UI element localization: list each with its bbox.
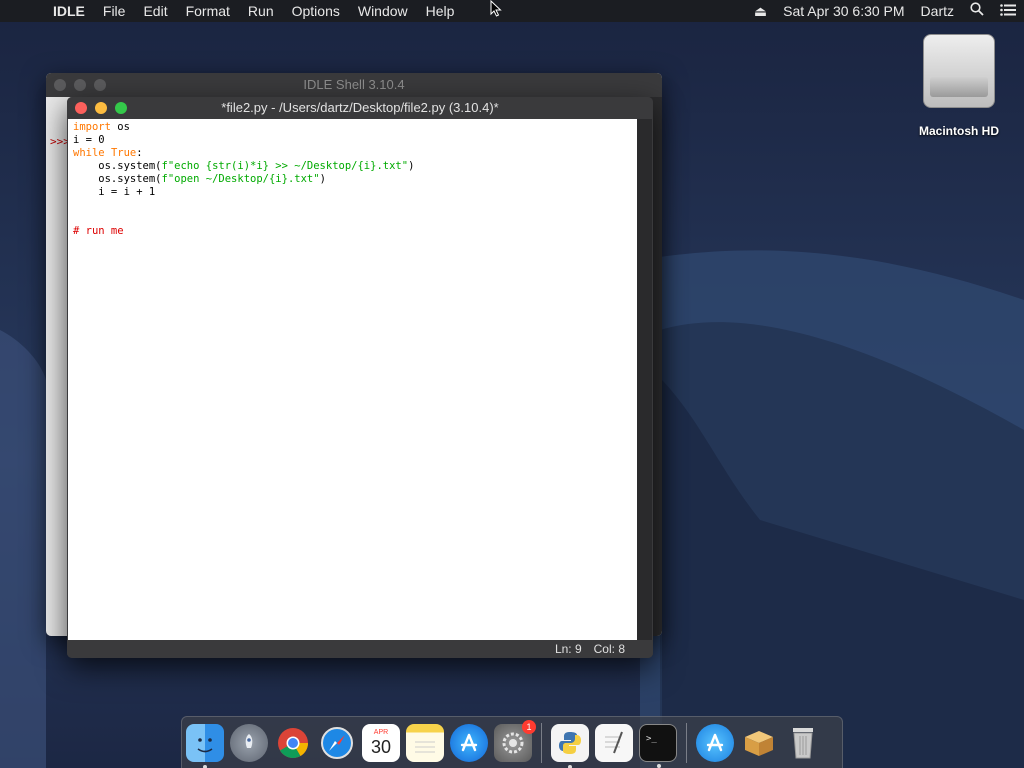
notes-icon — [415, 741, 435, 752]
python-icon — [559, 731, 581, 754]
chrome-dock-item[interactable] — [274, 724, 312, 762]
app-store-icon — [460, 733, 478, 751]
system-preferences-dock-item[interactable]: 1 — [494, 719, 536, 762]
code-editor-text-area[interactable]: import os i = 0 while True: os.system(f"ec… — [68, 119, 637, 640]
terminal-prompt-icon: >_ — [646, 734, 657, 744]
code-line-9: # run me — [73, 225, 632, 238]
code-line-1: import os — [73, 121, 632, 134]
menu-edit[interactable]: Edit — [134, 0, 176, 22]
editor-minimize-button[interactable] — [95, 102, 107, 114]
notes-dock-item[interactable] — [406, 723, 444, 762]
idle-editor-window[interactable]: *file2.py - /Users/dartz/Desktop/file2.p… — [67, 97, 653, 658]
dock: APR 30 1 >_ — [181, 716, 843, 768]
status-line-number: Ln: 9 — [554, 642, 582, 656]
code-text: os.system( — [73, 173, 162, 185]
drive-label: Macintosh HD — [918, 124, 999, 138]
menu-bar: IDLE File Edit Format Run Options Window… — [0, 0, 1024, 22]
mouse-cursor-icon — [490, 0, 502, 17]
menu-file[interactable]: File — [94, 0, 135, 22]
rocket-icon — [245, 733, 253, 748]
downloads-dock-item[interactable] — [740, 724, 778, 762]
editor-scrollbar[interactable] — [637, 119, 652, 640]
code-keyword: True — [110, 147, 137, 159]
code-text: ) — [408, 160, 415, 172]
editor-zoom-button[interactable] — [115, 102, 127, 114]
status-column-number: Col: 8 — [593, 642, 625, 656]
menu-run[interactable]: Run — [239, 0, 283, 22]
safari-dock-item[interactable] — [318, 724, 356, 762]
gear-icon — [502, 732, 524, 753]
code-keyword: import — [73, 121, 111, 133]
document-pen-icon — [605, 731, 623, 753]
editor-close-button[interactable] — [75, 102, 87, 114]
trash-icon — [793, 727, 813, 758]
code-string: f"echo {str(i)*i} >> ~/Desktop/{i}.txt" — [161, 160, 409, 172]
calendar-dock-item[interactable]: APR 30 — [362, 723, 400, 762]
idle-python-dock-item[interactable] — [551, 723, 589, 768]
package-box-icon — [745, 730, 773, 756]
svg-text:>_: >_ — [646, 734, 657, 744]
finder-dock-item[interactable] — [186, 723, 224, 768]
macintosh-hd-desktop-item[interactable]: Macintosh HD — [906, 34, 1012, 138]
notification-center-icon[interactable] — [992, 0, 1024, 22]
shell-window-title: IDLE Shell 3.10.4 — [303, 77, 405, 92]
code-line-5: os.system(f"open ~/Desktop/{i}.txt") — [73, 173, 632, 186]
applications-folder-dock-item[interactable] — [696, 723, 734, 762]
shell-minimize-button[interactable] — [74, 79, 86, 91]
menu-help[interactable]: Help — [417, 0, 464, 22]
trash-dock-item[interactable] — [784, 724, 822, 762]
finder-icon — [197, 737, 213, 752]
chrome-icon — [278, 727, 308, 758]
dock-separator — [541, 722, 542, 763]
menubar-clock[interactable]: Sat Apr 30 6:30 PM — [775, 0, 912, 22]
safari-compass-icon — [321, 726, 353, 759]
code-comment: # run me — [73, 225, 124, 237]
app-menu-idle[interactable]: IDLE — [44, 0, 94, 22]
running-indicator — [203, 764, 207, 768]
code-line-6: i = i + 1 — [73, 186, 632, 199]
code-keyword: while — [73, 147, 105, 159]
hard-drive-icon[interactable] — [923, 34, 995, 108]
editor-titlebar[interactable]: *file2.py - /Users/dartz/Desktop/file2.p… — [67, 97, 653, 119]
code-text: os.system( — [73, 160, 162, 172]
textedit-dock-item[interactable] — [595, 723, 633, 762]
editor-status-bar: Ln: 9 Col: 8 — [67, 640, 653, 658]
menubar-user[interactable]: Dartz — [913, 0, 962, 22]
running-indicator — [568, 764, 572, 768]
shell-zoom-button[interactable] — [94, 79, 106, 91]
code-text: os — [110, 121, 130, 133]
running-indicator — [657, 763, 661, 768]
shell-window-controls — [54, 79, 106, 91]
editor-window-title: *file2.py - /Users/dartz/Desktop/file2.p… — [221, 100, 499, 115]
app-store-dock-item[interactable] — [450, 723, 488, 762]
menu-window[interactable]: Window — [349, 0, 417, 22]
spotlight-search-icon[interactable] — [962, 0, 992, 22]
editor-window-controls — [75, 102, 127, 114]
code-line-2: i = 0 — [73, 134, 632, 147]
code-text: : — [136, 147, 143, 159]
shell-close-button[interactable] — [54, 79, 66, 91]
launchpad-dock-item[interactable] — [230, 723, 268, 762]
dock-separator — [686, 722, 687, 763]
applications-icon — [706, 733, 724, 751]
menu-options[interactable]: Options — [283, 0, 349, 22]
calendar-day: 30 — [370, 737, 392, 757]
shell-titlebar[interactable]: IDLE Shell 3.10.4 — [46, 73, 662, 97]
notification-badge: 1 — [522, 719, 536, 734]
eject-icon[interactable]: ⏏ — [746, 0, 775, 22]
calendar-month: APR — [373, 729, 389, 736]
code-text: i = i + 1 — [73, 186, 156, 198]
code-line-3: while True: — [73, 147, 632, 160]
code-string: f"open ~/Desktop/{i}.txt" — [161, 173, 320, 185]
code-line-4: os.system(f"echo {str(i)*i} >> ~/Desktop… — [73, 160, 632, 173]
terminal-dock-item[interactable]: >_ — [639, 723, 677, 768]
menubar-status-area: ⏏ Sat Apr 30 6:30 PM Dartz — [746, 0, 1024, 22]
code-text: i = 0 — [73, 134, 105, 146]
menu-format[interactable]: Format — [177, 0, 239, 22]
code-text: ) — [319, 173, 326, 185]
